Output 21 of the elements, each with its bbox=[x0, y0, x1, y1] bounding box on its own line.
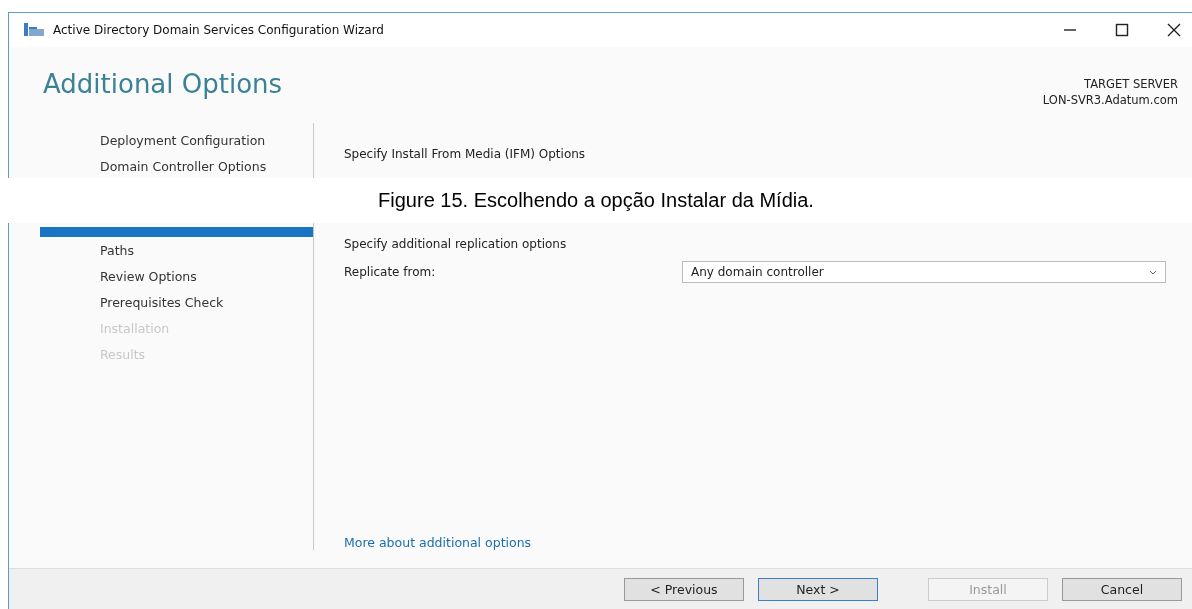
replicate-from-dropdown[interactable]: Any domain controller bbox=[682, 261, 1166, 283]
close-icon[interactable] bbox=[1166, 22, 1182, 38]
wizard-button[interactable]: Cancel bbox=[1062, 577, 1182, 601]
server-icon bbox=[23, 22, 45, 38]
maximize-icon[interactable] bbox=[1114, 22, 1130, 38]
wizard-button[interactable]: Next > bbox=[758, 577, 878, 601]
chevron-down-icon bbox=[1149, 269, 1157, 275]
field-label: Replicate from: bbox=[344, 265, 437, 279]
window-title: Active Directory Domain Services Configuration Wizard bbox=[53, 23, 384, 37]
wizard-button[interactable]: < Previous bbox=[624, 577, 744, 601]
section-heading: Specify Install From Media (IFM) Options bbox=[344, 147, 587, 161]
sidebar-item[interactable]: Domain Controller Options bbox=[40, 155, 313, 181]
sidebar-item[interactable]: Review Options bbox=[40, 265, 313, 291]
sidebar-item[interactable]: Deployment Configuration bbox=[40, 129, 313, 155]
target-server-name: LON-SVR3.Adatum.com bbox=[1042, 93, 1178, 107]
sidebar-item[interactable]: Paths bbox=[40, 239, 313, 265]
help-link[interactable]: More about additional options bbox=[344, 535, 532, 550]
target-server-label: TARGET SERVER bbox=[1084, 77, 1178, 91]
sidebar-item[interactable]: Prerequisites Check bbox=[40, 291, 313, 317]
page-heading: Additional Options bbox=[43, 69, 283, 99]
section-heading: Specify additional replication options bbox=[344, 237, 568, 251]
